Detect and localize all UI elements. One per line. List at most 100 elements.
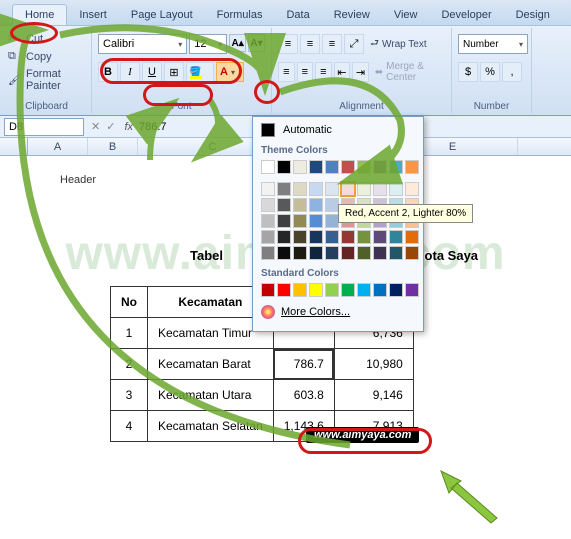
color-swatch[interactable] <box>341 246 355 260</box>
format-painter-button[interactable]: 🖌Format Painter <box>8 66 85 94</box>
bold-button[interactable]: B <box>98 62 118 82</box>
indent-inc-button[interactable]: ⇥ <box>352 62 369 82</box>
color-swatch[interactable] <box>389 182 403 196</box>
align-left-button[interactable]: ≡ <box>278 62 295 82</box>
color-swatch[interactable] <box>277 283 291 297</box>
more-colors-button[interactable]: More Colors... <box>253 299 423 325</box>
th-no[interactable]: No <box>111 287 148 318</box>
currency-button[interactable]: $ <box>458 62 478 82</box>
color-swatch[interactable] <box>293 198 307 212</box>
color-swatch[interactable] <box>261 214 275 228</box>
tab-view[interactable]: View <box>382 5 430 25</box>
comma-button[interactable]: , <box>502 62 522 82</box>
font-color-button[interactable]: A▾ <box>216 62 244 82</box>
select-all-corner[interactable] <box>0 138 28 155</box>
color-swatch[interactable] <box>261 283 275 297</box>
color-swatch[interactable] <box>357 182 371 196</box>
cell-kec[interactable]: Kecamatan Utara <box>148 380 274 411</box>
align-bottom-button[interactable]: ≡ <box>322 34 342 54</box>
color-swatch[interactable] <box>277 246 291 260</box>
cell-no[interactable]: 1 <box>111 318 148 349</box>
color-swatch[interactable] <box>293 246 307 260</box>
color-swatch[interactable] <box>405 160 419 174</box>
automatic-color-button[interactable]: Automatic <box>253 117 423 143</box>
tab-design[interactable]: Design <box>504 5 562 25</box>
color-swatch[interactable] <box>373 160 387 174</box>
cut-button[interactable]: ✂Cut <box>8 30 85 48</box>
color-swatch[interactable] <box>293 214 307 228</box>
cancel-icon[interactable]: ✕ <box>91 120 100 133</box>
color-swatch[interactable] <box>277 230 291 244</box>
color-swatch[interactable] <box>341 230 355 244</box>
name-box[interactable]: D8 <box>4 118 84 136</box>
color-swatch[interactable] <box>277 182 291 196</box>
tab-developer[interactable]: Developer <box>429 5 503 25</box>
color-swatch[interactable] <box>341 182 355 196</box>
color-swatch[interactable] <box>357 160 371 174</box>
color-swatch[interactable] <box>309 198 323 212</box>
tab-insert[interactable]: Insert <box>67 5 119 25</box>
color-swatch[interactable] <box>293 160 307 174</box>
col-header-b[interactable]: B <box>88 138 138 155</box>
color-swatch[interactable] <box>325 182 339 196</box>
align-middle-button[interactable]: ≡ <box>300 34 320 54</box>
number-format-select[interactable]: Number▾ <box>458 34 528 54</box>
color-swatch[interactable] <box>293 230 307 244</box>
color-swatch[interactable] <box>261 160 275 174</box>
color-swatch[interactable] <box>293 283 307 297</box>
tab-page-layout[interactable]: Page Layout <box>119 5 205 25</box>
fx-icon[interactable]: fx <box>124 121 133 133</box>
color-swatch[interactable] <box>309 160 323 174</box>
col-header-a[interactable]: A <box>28 138 88 155</box>
color-swatch[interactable] <box>357 230 371 244</box>
color-swatch[interactable] <box>277 160 291 174</box>
color-swatch[interactable] <box>261 246 275 260</box>
color-swatch[interactable] <box>405 246 419 260</box>
color-swatch[interactable] <box>389 230 403 244</box>
color-swatch[interactable] <box>357 246 371 260</box>
color-swatch[interactable] <box>309 283 323 297</box>
percent-button[interactable]: % <box>480 62 500 82</box>
cell-no[interactable]: 4 <box>111 411 148 442</box>
formula-value[interactable]: 786.7 <box>139 121 167 133</box>
font-name-select[interactable]: Calibri▾ <box>98 34 187 54</box>
wrap-text-button[interactable]: ⮐Wrap Text <box>366 34 431 54</box>
color-swatch[interactable] <box>261 182 275 196</box>
tab-data[interactable]: Data <box>274 5 321 25</box>
color-swatch[interactable] <box>309 246 323 260</box>
color-swatch[interactable] <box>325 246 339 260</box>
color-swatch[interactable] <box>389 246 403 260</box>
cell-val[interactable]: 786.7 <box>273 349 334 380</box>
tab-review[interactable]: Review <box>322 5 382 25</box>
color-swatch[interactable] <box>277 214 291 228</box>
align-center-button[interactable]: ≡ <box>297 62 314 82</box>
color-swatch[interactable] <box>325 283 339 297</box>
merge-center-button[interactable]: ⬌Merge & Center <box>371 62 445 82</box>
indent-dec-button[interactable]: ⇤ <box>334 62 351 82</box>
copy-button[interactable]: ⧉Copy <box>8 48 85 66</box>
fill-color-button[interactable]: 🪣 <box>186 62 214 82</box>
italic-button[interactable]: I <box>120 62 140 82</box>
color-swatch[interactable] <box>325 214 339 228</box>
color-swatch[interactable] <box>373 283 387 297</box>
cell-pop[interactable]: 9,146 <box>334 380 413 411</box>
border-button[interactable]: ⊞ <box>164 62 184 82</box>
font-size-select[interactable]: 12▾ <box>189 34 227 54</box>
align-right-button[interactable]: ≡ <box>315 62 332 82</box>
grow-font-button[interactable]: A▴ <box>229 34 246 52</box>
color-swatch[interactable] <box>325 198 339 212</box>
color-swatch[interactable] <box>357 283 371 297</box>
enter-icon[interactable]: ✓ <box>106 120 115 133</box>
color-swatch[interactable] <box>389 160 403 174</box>
shrink-font-button[interactable]: A▾ <box>248 34 265 52</box>
color-swatch[interactable] <box>405 182 419 196</box>
color-swatch[interactable] <box>261 198 275 212</box>
cell-kec[interactable]: Kecamatan Barat <box>148 349 274 380</box>
color-swatch[interactable] <box>373 182 387 196</box>
cell-no[interactable]: 3 <box>111 380 148 411</box>
tab-formulas[interactable]: Formulas <box>205 5 275 25</box>
color-swatch[interactable] <box>261 230 275 244</box>
color-swatch[interactable] <box>341 160 355 174</box>
cell-pop[interactable]: 10,980 <box>334 349 413 380</box>
orientation-button[interactable]: ⤢ <box>344 34 364 54</box>
